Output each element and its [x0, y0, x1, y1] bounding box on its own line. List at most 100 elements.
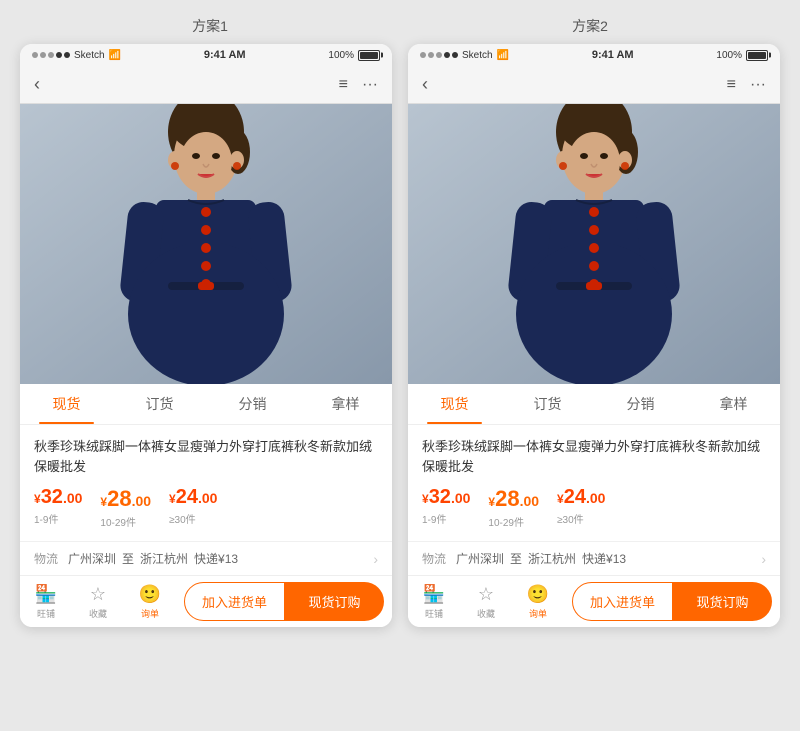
back-button-1[interactable]: ‹ — [34, 74, 40, 95]
shipping-arrow-1: › — [373, 551, 378, 567]
shop-label-1: 旺铺 — [37, 607, 55, 620]
shipping-from-2: 广州深圳 — [456, 550, 504, 567]
more-icon-2[interactable]: ··· — [750, 76, 766, 94]
shop-icon-1: 🏪 — [35, 584, 57, 605]
price-range-2-1: 1-9件 — [422, 511, 470, 526]
prices-1: ¥32.00 1-9件 ¥28.00 10-29件 ¥24.00 — [34, 486, 378, 529]
bottom-favorite-2[interactable]: ☆ 收藏 — [460, 580, 512, 624]
favorite-label-2: 收藏 — [477, 607, 495, 620]
status-app-1: Sketch — [74, 50, 105, 61]
nav-bar-1: ‹ ≡ ··· — [20, 66, 392, 104]
shipping-1[interactable]: 物流 广州深圳 至 浙江杭州 快递¥13 › — [20, 541, 392, 575]
dec-3: .00 — [198, 490, 217, 506]
product-image-2 — [408, 104, 780, 384]
price-range-1-1: 1-9件 — [34, 511, 82, 526]
tab-distribution-1[interactable]: 分销 — [206, 384, 299, 424]
int-1: 32 — [41, 486, 63, 508]
scheme1-label: 方案1 — [30, 16, 390, 36]
shipping-connector-2: 至 — [510, 550, 522, 567]
shipping-2[interactable]: 物流 广州深圳 至 浙江杭州 快递¥13 › — [408, 541, 780, 575]
chat-label-1: 询单 — [141, 607, 159, 620]
scheme2-label: 方案2 — [410, 16, 770, 36]
product-image-1 — [20, 104, 392, 384]
price-main-1-3: ¥24.00 — [169, 486, 217, 509]
nav-actions-2: ≡ ··· — [727, 76, 766, 94]
chat-icon-1: 🙂 — [139, 584, 161, 605]
favorite-icon-2: ☆ — [478, 584, 494, 605]
product-info-1: 秋季珍珠绒踩脚一体裤女显瘦弹力外穿打底裤秋冬新款加绒保暖批发 ¥32.00 1-… — [20, 425, 392, 541]
more-icon-1[interactable]: ··· — [362, 76, 378, 94]
status-app-2: Sketch — [462, 50, 493, 61]
chat-label-2: 询单 — [529, 607, 547, 620]
bottom-bar-2: 🏪 旺铺 ☆ 收藏 🙂 询单 加入进货单 现货订购 — [408, 575, 780, 627]
tab-order-2[interactable]: 订货 — [501, 384, 594, 424]
yuan-1: ¥ — [34, 492, 41, 506]
shipping-from-1: 广州深圳 — [68, 550, 116, 567]
dot3-2 — [436, 52, 442, 58]
price-item-2-1: ¥32.00 1-9件 — [422, 486, 470, 529]
bottom-shop-1[interactable]: 🏪 旺铺 — [20, 580, 72, 624]
price-main-2-2: ¥28.00 — [488, 486, 539, 512]
dot4-2 — [444, 52, 450, 58]
price-item-2-3: ¥24.00 ≥30件 — [557, 486, 605, 529]
bottom-shop-2[interactable]: 🏪 旺铺 — [408, 580, 460, 624]
battery-fill-1 — [360, 52, 378, 59]
dot4 — [56, 52, 62, 58]
tab-sample-2[interactable]: 拿样 — [687, 384, 780, 424]
bottom-chat-2[interactable]: 🙂 询单 — [512, 580, 564, 624]
back-button-2[interactable]: ‹ — [422, 74, 428, 95]
tab-spot-goods-2[interactable]: 现货 — [408, 384, 501, 424]
btn-group-2: 加入进货单 现货订购 — [564, 576, 780, 627]
bottom-icons-1: 🏪 旺铺 ☆ 收藏 🙂 询单 — [20, 580, 176, 624]
int-3: 24 — [176, 486, 198, 508]
prices-2: ¥32.00 1-9件 ¥28.00 10-29件 ¥24.00 — [422, 486, 766, 529]
shipping-to-1: 浙江杭州 — [140, 550, 188, 567]
product-info-2: 秋季珍珠绒踩脚一体裤女显瘦弹力外穿打底裤秋冬新款加绒保暖批发 ¥32.00 1-… — [408, 425, 780, 541]
buy-now-button-2[interactable]: 现货订购 — [673, 582, 772, 621]
add-to-cart-button-1[interactable]: 加入进货单 — [184, 582, 285, 621]
dot1 — [32, 52, 38, 58]
buy-now-button-1[interactable]: 现货订购 — [285, 582, 384, 621]
price-main-1-1: ¥32.00 — [34, 486, 82, 509]
add-to-cart-button-2[interactable]: 加入进货单 — [572, 582, 673, 621]
status-right-1: 100% — [328, 50, 380, 61]
battery-pct-1: 100% — [328, 50, 354, 61]
status-time-2: 9:41 AM — [592, 49, 634, 61]
tab-distribution-2[interactable]: 分销 — [594, 384, 687, 424]
favorite-label-1: 收藏 — [89, 607, 107, 620]
dot1-2 — [420, 52, 426, 58]
price-item-1-3: ¥24.00 ≥30件 — [169, 486, 217, 529]
bottom-chat-1[interactable]: 🙂 询单 — [124, 580, 176, 624]
doc-icon-1[interactable]: ≡ — [339, 76, 348, 94]
price-range-1-2: 10-29件 — [100, 514, 151, 529]
wifi-icon-2: 📶 — [497, 50, 509, 61]
battery-icon-2 — [746, 50, 768, 61]
doc-icon-2[interactable]: ≡ — [727, 76, 736, 94]
tabs-1: 现货 订货 分销 拿样 — [20, 384, 392, 425]
int-2: 28 — [107, 486, 131, 511]
bottom-favorite-1[interactable]: ☆ 收藏 — [72, 580, 124, 624]
dec-1: .00 — [63, 490, 82, 506]
shipping-express-1: 快递¥13 — [194, 550, 238, 567]
tab-order-1[interactable]: 订货 — [113, 384, 206, 424]
bottom-icons-2: 🏪 旺铺 ☆ 收藏 🙂 询单 — [408, 580, 564, 624]
btn-group-1: 加入进货单 现货订购 — [176, 576, 392, 627]
model-svg-1 — [20, 104, 392, 384]
shipping-connector-1: 至 — [122, 550, 134, 567]
status-right-2: 100% — [716, 50, 768, 61]
battery-fill-2 — [748, 52, 766, 59]
price-range-2-3: ≥30件 — [557, 511, 605, 526]
status-bar-2: Sketch 📶 9:41 AM 100% — [408, 44, 780, 66]
status-left-1: Sketch 📶 — [32, 50, 121, 61]
shop-icon-2: 🏪 — [423, 584, 445, 605]
battery-icon-1 — [358, 50, 380, 61]
shop-label-2: 旺铺 — [425, 607, 443, 620]
dot3 — [48, 52, 54, 58]
dot2-2 — [428, 52, 434, 58]
shipping-label-2: 物流 — [422, 550, 450, 567]
price-range-2-2: 10-29件 — [488, 514, 539, 529]
dec-2: .00 — [132, 493, 151, 509]
status-time-1: 9:41 AM — [204, 49, 246, 61]
tab-sample-1[interactable]: 拿样 — [299, 384, 392, 424]
tab-spot-goods-1[interactable]: 现货 — [20, 384, 113, 424]
